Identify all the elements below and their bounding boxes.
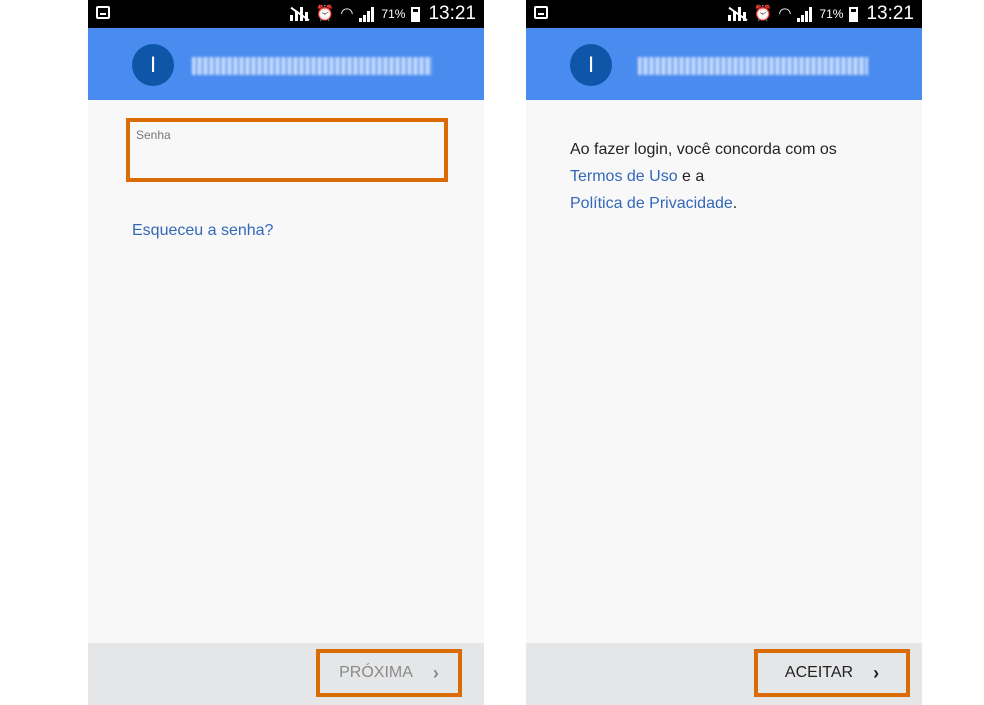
next-button-label: PRÓXIMA [339, 664, 413, 681]
terms-notice: Ao fazer login, você concorda com os Ter… [570, 136, 900, 217]
battery-icon [849, 6, 859, 22]
password-field[interactable]: Senha [126, 118, 448, 182]
accept-button-label: ACEITAR [784, 664, 854, 681]
terms-period: . [732, 195, 738, 212]
account-header: I [526, 28, 922, 100]
password-input[interactable] [136, 146, 438, 170]
password-label: Senha [136, 128, 171, 142]
screenshot-notification-icon [534, 6, 548, 19]
blurred-email [192, 57, 432, 75]
status-bar: ⏰ ◠ 71% 13:21 [526, 0, 922, 28]
alarm-icon: ⏰ [315, 5, 335, 22]
next-button[interactable]: PRÓXIMA › [316, 649, 462, 697]
terms-of-use-link[interactable]: Termos de Uso [570, 168, 678, 185]
battery-percent: 71% [819, 7, 844, 21]
phone-screen-terms: ⏰ ◠ 71% 13:21 I Ao fazer login, você con… [526, 0, 922, 705]
phone-screen-password: ⏰ ◠ 71% 13:21 I Senha Esqueceu a senha? … [88, 0, 484, 705]
bottom-bar: ACEITAR › [526, 643, 922, 705]
status-bar: ⏰ ◠ 71% 13:21 [88, 0, 484, 28]
chevron-right-icon: › [873, 662, 880, 683]
screenshot-notification-icon [96, 6, 110, 19]
privacy-policy-link[interactable]: Política de Privacidade [570, 195, 733, 212]
terms-and: e a [677, 168, 705, 185]
mute-icon [289, 6, 310, 22]
alarm-icon: ⏰ [753, 5, 773, 22]
battery-icon [411, 6, 421, 22]
signal-icon [359, 6, 375, 22]
terms-intro: Ao fazer login, você concorda com os [570, 141, 837, 158]
mute-icon [727, 6, 748, 22]
signal-icon [797, 6, 813, 22]
accept-button[interactable]: ACEITAR › [754, 649, 910, 697]
wifi-icon: ◠ [340, 5, 354, 22]
bottom-bar: PRÓXIMA › [88, 643, 484, 705]
clock: 13:21 [866, 3, 914, 24]
avatar: I [570, 44, 612, 86]
battery-percent: 71% [381, 7, 406, 21]
forgot-password-link[interactable]: Esqueceu a senha? [132, 222, 273, 240]
clock: 13:21 [428, 3, 476, 24]
avatar: I [132, 44, 174, 86]
account-header: I [88, 28, 484, 100]
wifi-icon: ◠ [778, 5, 792, 22]
blurred-email [638, 57, 868, 75]
chevron-right-icon: › [432, 662, 439, 683]
